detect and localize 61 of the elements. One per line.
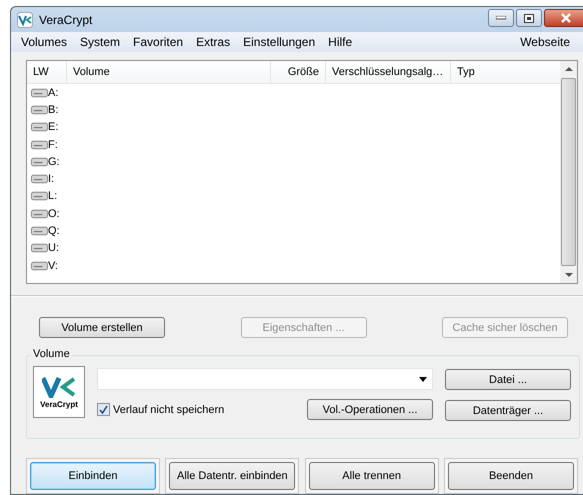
drive-icon (31, 140, 48, 150)
column-header[interactable]: Größe (271, 61, 326, 83)
column-header[interactable]: Volume (67, 61, 271, 83)
check-icon (99, 405, 108, 414)
command-button[interactable]: Alle trennen (308, 462, 435, 490)
checkbox[interactable] (97, 403, 110, 416)
logo-icon (42, 376, 76, 398)
file-button[interactable]: Datei ... (445, 369, 571, 390)
group-label: Volume (31, 348, 72, 360)
dropdown-icon (419, 376, 427, 382)
scrollbar[interactable] (560, 61, 577, 283)
command-button[interactable]: Einbinden (30, 462, 156, 490)
drive-letter[interactable]: B: (48, 104, 58, 116)
app-logo-icon (17, 12, 33, 28)
maximize-button[interactable] (516, 9, 542, 27)
column-header[interactable]: Typ (451, 61, 560, 83)
column-header[interactable]: LW (27, 61, 67, 83)
scroll-up-icon (564, 66, 572, 72)
close-icon (560, 13, 572, 23)
column-header[interactable]: Verschlüsselungsalg… (326, 61, 451, 83)
checkbox-label: Verlauf nicht speichern (113, 404, 224, 416)
drive-letter[interactable]: U: (48, 242, 59, 254)
drive-letter[interactable]: G: (48, 156, 60, 168)
command-button[interactable]: Alle Datentr. einbinden (169, 462, 296, 490)
action-button[interactable]: Volume erstellen (39, 317, 165, 338)
drive-icon (31, 156, 48, 167)
drive-icon (31, 226, 48, 236)
drive-letter[interactable]: E: (48, 121, 58, 134)
volume-operations-button[interactable]: Vol.-Operationen ... (307, 399, 433, 420)
menu-item[interactable]: System (80, 35, 120, 50)
menu-item[interactable]: Volumes (21, 35, 68, 50)
drive-letter[interactable]: Q: (48, 225, 60, 238)
drive-letter[interactable]: O: (48, 208, 60, 220)
menu-item[interactable]: Hilfe (328, 35, 352, 50)
drive-letter[interactable]: V: (48, 260, 58, 272)
drive-icon (31, 243, 48, 254)
drive-icon (31, 208, 48, 219)
drive-icon (31, 191, 48, 202)
close-button[interactable] (544, 9, 583, 27)
menu-item[interactable]: Favoriten (133, 35, 184, 50)
drive-letter[interactable]: I: (48, 173, 54, 186)
menu-item[interactable]: Einstellungen (243, 35, 316, 50)
drive-icon (31, 88, 48, 98)
website-link[interactable]: Webseite (520, 35, 570, 50)
drive-letter[interactable]: F: (48, 138, 58, 151)
scroll-down-icon (564, 272, 572, 278)
drive-letter[interactable]: A: (48, 86, 58, 99)
drive-icon (31, 122, 48, 132)
menu-item[interactable]: Extras (196, 35, 230, 50)
device-button[interactable]: Datenträger ... (445, 400, 571, 421)
window-title: VeraCrypt (39, 12, 92, 27)
logo-text: VeraCrypt (40, 400, 78, 408)
drive-icon (31, 174, 48, 184)
minimize-button[interactable] (488, 9, 514, 27)
drive-icon (31, 104, 48, 115)
history-checkbox[interactable]: Verlauf nicht speichern (97, 403, 224, 416)
drive-letter[interactable]: L: (48, 190, 58, 202)
maximize-icon (524, 14, 534, 22)
drive-icon (31, 260, 48, 271)
minimize-icon (496, 16, 506, 20)
command-button[interactable]: Beenden (448, 462, 574, 490)
